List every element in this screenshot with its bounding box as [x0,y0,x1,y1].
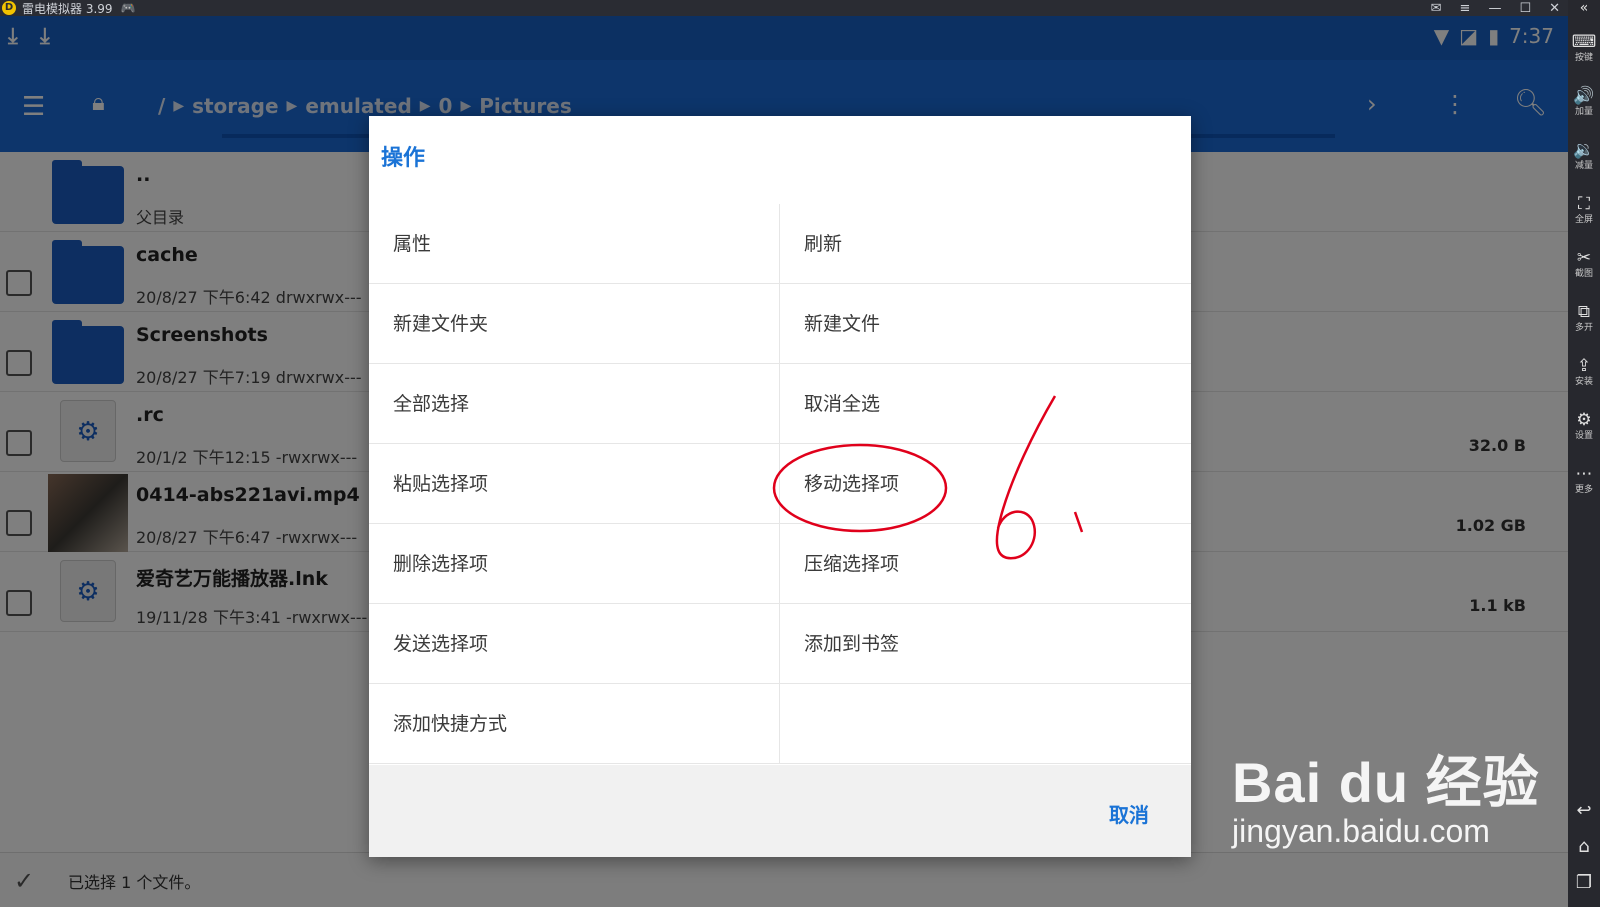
gamepad-icon[interactable]: 🎮 [121,1,136,15]
menu-item-new-folder[interactable]: 新建文件夹 [369,284,780,364]
menu-item-paste-selection[interactable]: 粘贴选择项 [369,444,780,524]
sidebar-settings-button[interactable]: ⚙ 设置 [1568,410,1600,442]
menu-item-add-bookmark[interactable]: 添加到书签 [780,604,1191,684]
minimize-icon[interactable]: — [1488,1,1501,16]
menu-item-move-selection[interactable]: 移动选择项 [780,444,1191,524]
home-icon[interactable]: ⌂ [1568,836,1600,857]
sidebar-volume-up-button[interactable]: 🔊 加量 [1568,86,1600,118]
sidebar-more-button[interactable]: ⋯ 更多 [1568,464,1600,496]
menu-item-properties[interactable]: 属性 [369,204,780,284]
sidebar-multi-instance-button[interactable]: ⧉ 多开 [1568,302,1600,334]
maximize-icon[interactable]: ☐ [1519,1,1531,16]
volume-down-icon: 🔉 [1573,140,1595,160]
sidebar-label: 多开 [1574,323,1593,333]
mail-icon[interactable]: ✉ [1431,1,1442,16]
multi-window-icon: ⧉ [1577,302,1591,322]
menu-item-add-shortcut[interactable]: 添加快捷方式 [369,684,780,764]
sidebar-install-button[interactable]: ⇪ 安装 [1568,356,1600,388]
watermark-logo: Bai du 经验 [1232,751,1540,814]
collapse-sidebar-icon[interactable]: « [1568,0,1600,16]
emulator-titlebar: D 雷电模拟器 3.99 🎮 ✉ ≡ — ☐ ✕ [0,0,1568,16]
fullscreen-icon: ⛶ [1578,194,1590,214]
close-icon[interactable]: ✕ [1549,1,1560,16]
scissors-icon: ✂ [1576,248,1592,268]
sidebar-keymap-button[interactable]: ⌨ 按键 [1568,32,1600,64]
apk-install-icon: ⇪ [1576,356,1592,376]
menu-item-deselect-all[interactable]: 取消全选 [780,364,1191,444]
emulator-title: 雷电模拟器 3.99 [22,1,113,16]
sidebar-screenshot-button[interactable]: ✂ 截图 [1568,248,1600,280]
recent-apps-icon[interactable]: ❐ [1568,872,1600,893]
sidebar-volume-down-button[interactable]: 🔉 减量 [1568,140,1600,172]
menu-item-delete-selection[interactable]: 删除选择项 [369,524,780,604]
sidebar-label: 安装 [1574,377,1593,387]
dialog-title: 操作 [381,146,426,171]
keyboard-icon: ⌨ [1571,32,1597,52]
baidu-jingyan-watermark: Bai du 经验 jingyan.baidu.com [1232,738,1540,850]
window-controls: ✉ ≡ — ☐ ✕ [1431,0,1560,16]
sidebar-label: 减量 [1574,161,1593,171]
sidebar-label: 更多 [1574,485,1593,495]
emulator-logo-icon: D [2,1,16,15]
menu-item-refresh[interactable]: 刷新 [780,204,1191,284]
sidebar-label: 截图 [1574,269,1593,279]
sidebar-label: 加量 [1574,107,1593,117]
more-icon: ⋯ [1575,464,1593,484]
volume-up-icon: 🔊 [1573,86,1595,106]
menu-item-new-file[interactable]: 新建文件 [780,284,1191,364]
menu-item-empty [780,684,1191,764]
menu-item-send-selection[interactable]: 发送选择项 [369,604,780,684]
sidebar-label: 全屏 [1574,215,1593,225]
emulator-sidebar: « ⌨ 按键 🔊 加量 🔉 减量 ⛶ 全屏 ✂ 截图 ⧉ 多开 ⇪ 安装 ⚙ 设… [1568,0,1600,907]
sidebar-fullscreen-button[interactable]: ⛶ 全屏 [1568,194,1600,226]
menu-item-select-all[interactable]: 全部选择 [369,364,780,444]
gear-icon: ⚙ [1576,410,1592,430]
cancel-button[interactable]: 取消 [1109,799,1149,828]
actions-dialog: 操作 属性 刷新 新建文件夹 新建文件 全部选择 取消全选 粘贴选择项 移动选择… [369,116,1191,857]
actions-menu: 属性 刷新 新建文件夹 新建文件 全部选择 取消全选 粘贴选择项 移动选择项 删… [369,204,1191,764]
menu-item-compress-selection[interactable]: 压缩选择项 [780,524,1191,604]
menu-icon[interactable]: ≡ [1460,1,1471,16]
sidebar-label: 设置 [1574,431,1593,441]
back-icon[interactable]: ↩ [1568,800,1600,821]
sidebar-label: 按键 [1574,53,1593,63]
dialog-footer: 取消 [369,765,1191,857]
